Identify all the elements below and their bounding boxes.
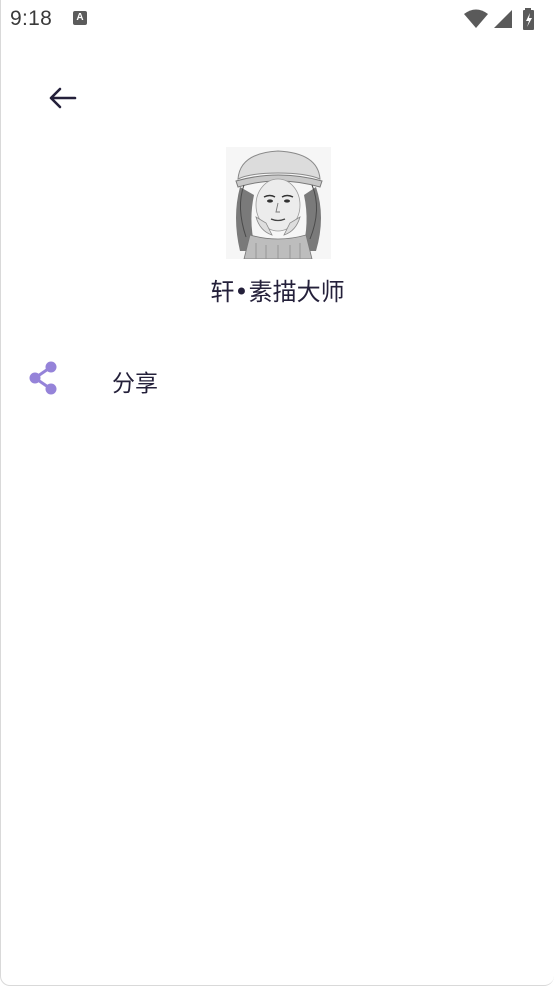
share-label: 分享 xyxy=(112,371,158,397)
app-screen: 9:18 A 轩•素描大师 分享 xyxy=(0,0,554,986)
app-title: 轩•素描大师 xyxy=(210,278,345,306)
menu-item-share[interactable]: 分享 xyxy=(1,350,554,408)
notification-app-icon: A xyxy=(73,11,87,25)
status-bar: 9:18 A xyxy=(1,0,554,38)
status-icons xyxy=(464,8,544,30)
status-time: 9:18 xyxy=(10,7,53,30)
sketch-portrait-icon xyxy=(226,147,331,259)
battery-charging-icon xyxy=(523,8,534,30)
share-icon xyxy=(29,361,57,395)
wifi-icon xyxy=(464,9,488,28)
signal-icon xyxy=(494,10,512,28)
arrow-left-icon xyxy=(49,87,77,109)
back-button[interactable] xyxy=(39,76,85,120)
app-avatar xyxy=(226,147,331,259)
